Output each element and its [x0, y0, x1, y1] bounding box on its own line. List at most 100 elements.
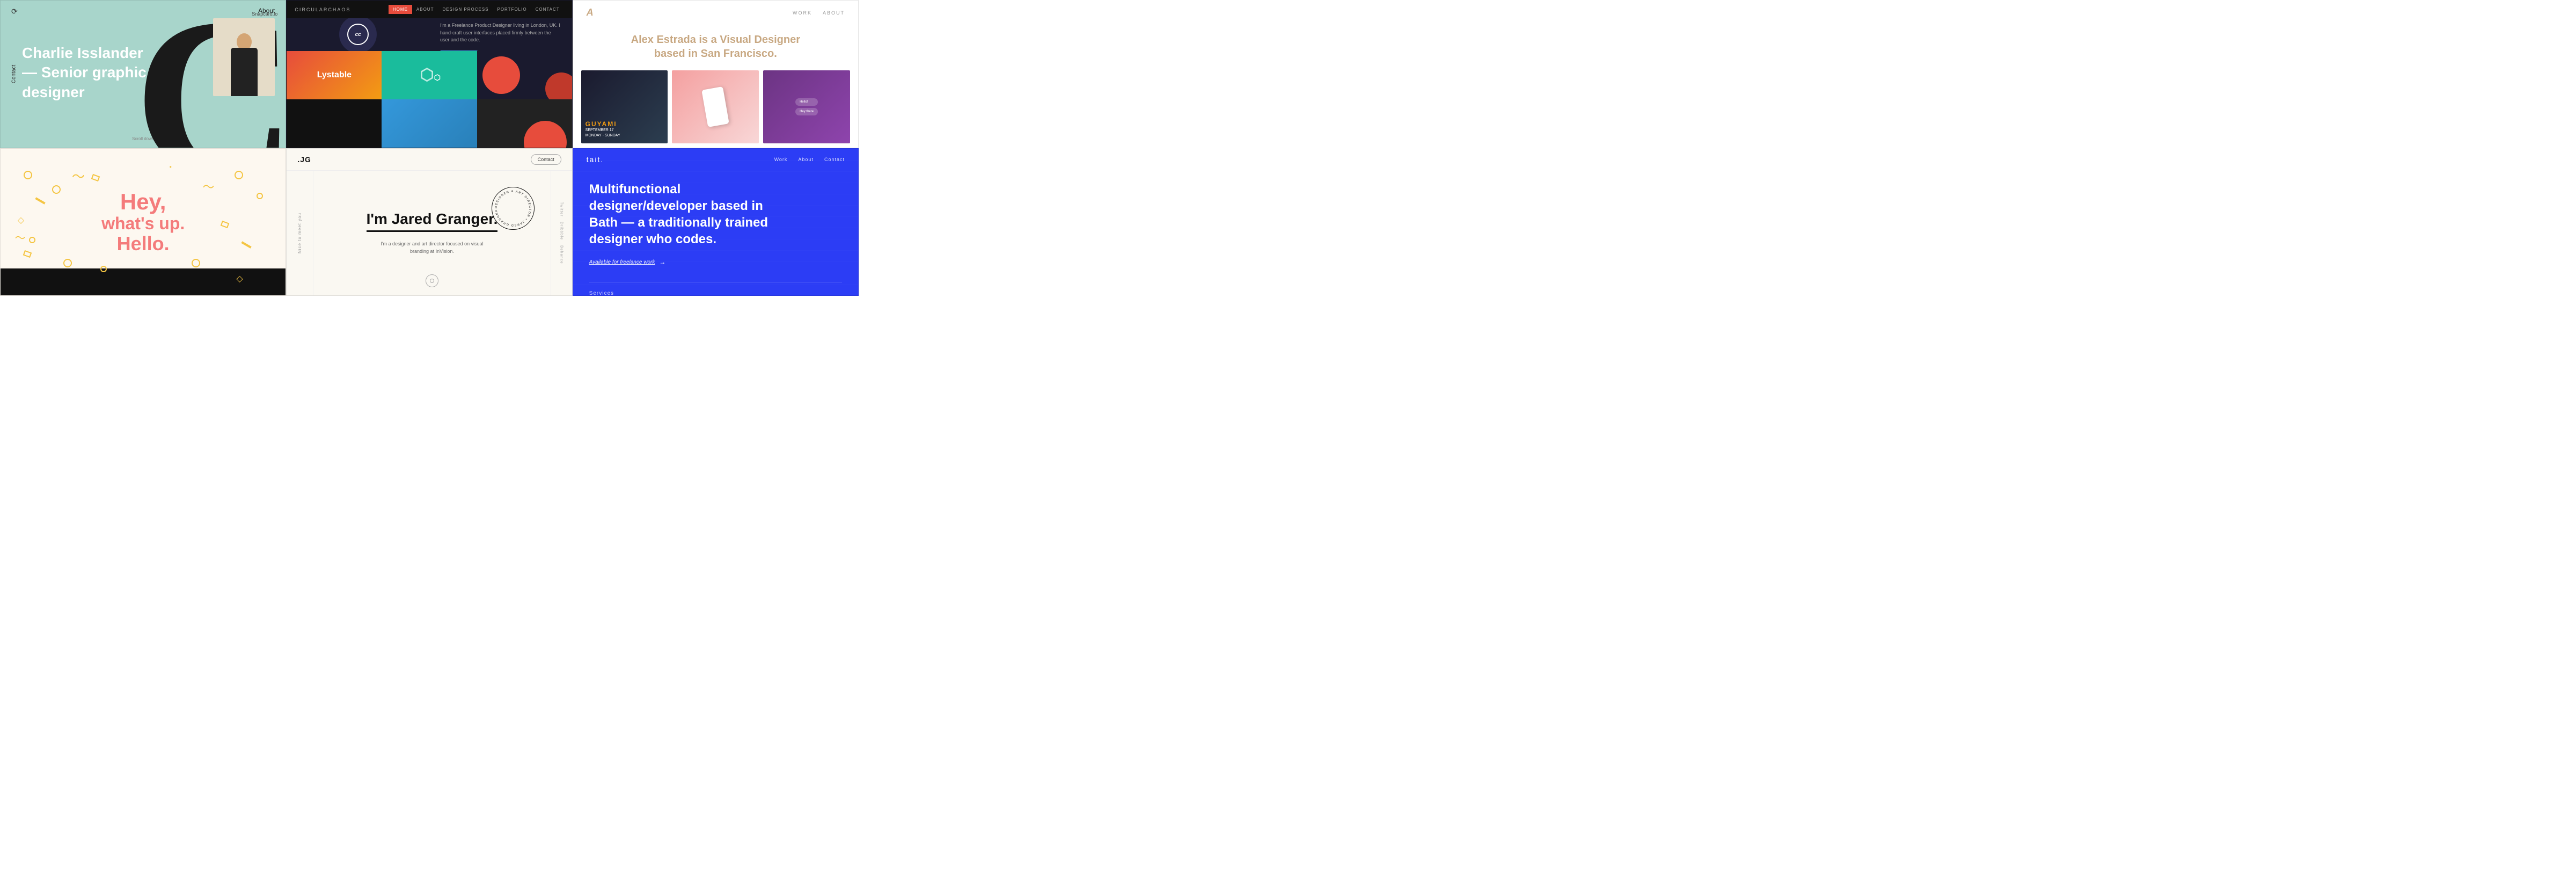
- cell-lystable: Lystable: [287, 51, 382, 99]
- cell-gradient-blue: [382, 99, 477, 148]
- alex-nav: A WORK ABOUT: [573, 1, 858, 25]
- snapcard-container: Snapcard.io: [213, 11, 277, 96]
- panel-tait: tait. Work About Contact Multifunctional…: [573, 148, 859, 296]
- charlie-text-block: Charlie Isslander — Senior graphic desig…: [22, 43, 147, 102]
- charlie-title: — Senior graphic: [22, 63, 147, 82]
- alex-portfolio-grid: GUYAMI SEPTEMBER 17 MONDAY - SUNDAY Hell…: [573, 66, 858, 148]
- tait-nav-links: Work About Contact: [774, 157, 845, 162]
- balraj-grid: Lystable ⬡: [287, 51, 572, 148]
- doodle-rect-r1: [221, 221, 230, 228]
- alex-nav-work[interactable]: WORK: [793, 10, 812, 16]
- balraj-right: Hey, I'm Balraj. I'm a Freelance Product…: [429, 18, 572, 51]
- doodle-rect-1: [91, 174, 100, 181]
- snapcard-person: [223, 26, 266, 96]
- nav-design[interactable]: DESIGN PROCESS: [438, 5, 493, 14]
- alex-headline-1: Alex Estrada is a Visual Designer: [595, 33, 837, 47]
- alex-nav-links: WORK ABOUT: [793, 10, 845, 16]
- person-body: [231, 48, 258, 96]
- balraj-logo-inner: [347, 24, 369, 45]
- nav-portfolio[interactable]: PORTFOLIO: [493, 5, 531, 14]
- alex-event-date: SEPTEMBER 17: [586, 128, 664, 134]
- tait-nav-contact[interactable]: Contact: [824, 157, 845, 162]
- panel-jared: .JG Contact Nice to meet you I'm Jared G…: [286, 148, 572, 296]
- alex-logo-mark: A: [587, 7, 594, 18]
- charlie-subtitle: designer: [22, 83, 147, 102]
- doodle-circle-3: [29, 237, 35, 243]
- balraj-logo-circle: [339, 18, 377, 51]
- half-circle: [524, 121, 567, 148]
- cell-pink-blob: [477, 51, 572, 99]
- balraj-desc: I'm a Freelance Product Designer living …: [440, 22, 561, 44]
- doodle-line-1: [35, 197, 45, 204]
- balraj-brand: CIRCULARCHAOS: [295, 7, 389, 12]
- chat-mockup: Hello! Hey there: [791, 94, 822, 120]
- jared-dribbble-link[interactable]: Dribbble: [560, 222, 564, 240]
- jared-sidebar-text: Nice to meet you: [297, 213, 302, 253]
- alex-nav-about[interactable]: ABOUT: [823, 10, 845, 16]
- phone-mockup: [702, 86, 730, 127]
- chat-bubble-2: Hey there: [795, 108, 818, 115]
- jared-right-sidebar: Twitter Dribbble Behance: [551, 171, 572, 296]
- cell-hex: ⬡: [382, 51, 477, 99]
- doodle-circle-r3: [192, 259, 200, 267]
- panel-balraj: CIRCULARCHAOS HOME ABOUT DESIGN PROCESS …: [286, 0, 572, 148]
- tait-freelance-text[interactable]: Available for freelance work: [589, 259, 655, 265]
- doodle-diamond-2: ◇: [236, 273, 243, 284]
- nav-home[interactable]: HOME: [389, 5, 412, 14]
- doodle-circle-2: [52, 185, 61, 194]
- tait-arrow-icon: →: [659, 258, 665, 266]
- doodle-circle-4: [63, 259, 72, 267]
- charlie-name: Charlie Isslander: [22, 43, 147, 63]
- alex-portfolio-item-1[interactable]: GUYAMI SEPTEMBER 17 MONDAY - SUNDAY: [581, 70, 668, 143]
- hey-line3: Hello.: [101, 233, 185, 255]
- jared-main: I'm Jared Granger. I'm a designer and ar…: [313, 171, 550, 296]
- nav-about[interactable]: ABOUT: [412, 5, 438, 14]
- panel-hey: 〜 〜 〜 ◇ ◇ • Hey, what's up. Hello.: [0, 148, 286, 296]
- pink-circle: [482, 56, 520, 94]
- alex-headline-2: based in San Francisco.: [595, 47, 837, 61]
- alex-portfolio-item-3[interactable]: Hello! Hey there: [763, 70, 850, 143]
- charlie-about-link[interactable]: About: [258, 7, 275, 14]
- hey-line1: Hey,: [101, 190, 185, 214]
- jared-headline: I'm Jared Granger.: [367, 210, 498, 232]
- hey-line2: what's up.: [101, 214, 185, 233]
- charlie-contact[interactable]: Contact: [11, 65, 17, 83]
- tait-headline: Multifunctional designer/developer based…: [589, 181, 793, 248]
- jared-circle-bottom: [426, 274, 438, 287]
- balraj-nav: CIRCULARCHAOS HOME ABOUT DESIGN PROCESS …: [287, 1, 572, 18]
- doodle-dot-1: •: [170, 163, 172, 171]
- balraj-left: [287, 18, 429, 51]
- alex-hero-text: Alex Estrada is a Visual Designer based …: [573, 25, 858, 66]
- tait-services-label: Services: [589, 282, 842, 296]
- alex-city-label: GUYAMI: [586, 120, 664, 128]
- snapcard-image: [213, 18, 275, 96]
- jared-contact-button[interactable]: Contact: [531, 154, 561, 165]
- hex-icon: ⬡: [420, 66, 438, 84]
- balraj-hero: Hey, I'm Balraj. I'm a Freelance Product…: [287, 18, 572, 51]
- jared-body: Nice to meet you I'm Jared Granger. I'm …: [287, 171, 572, 296]
- pink-half: [545, 72, 572, 99]
- jared-logo: .JG: [297, 155, 311, 164]
- doodle-squiggle-1: 〜: [72, 166, 85, 185]
- chat-bubble-1: Hello!: [795, 98, 818, 106]
- doodle-rect-2: [23, 250, 32, 258]
- lystable-label: Lystable: [317, 70, 352, 80]
- doodle-diamond: ◇: [18, 215, 24, 226]
- tait-nav: tait. Work About Contact: [573, 149, 858, 170]
- jared-circle-inner: [430, 279, 434, 283]
- doodle-circle-r1: [235, 171, 243, 179]
- doodle-line-r1: [241, 242, 251, 249]
- alex-event-time: MONDAY - SUNDAY: [586, 133, 664, 139]
- tait-nav-about[interactable]: About: [798, 157, 814, 162]
- jared-twitter-link[interactable]: Twitter: [560, 202, 564, 217]
- balraj-nav-items: HOME ABOUT DESIGN PROCESS PORTFOLIO CONT…: [389, 5, 564, 14]
- jared-behance-link[interactable]: Behance: [560, 245, 564, 264]
- nav-contact[interactable]: CONTACT: [531, 5, 564, 14]
- tait-nav-work[interactable]: Work: [774, 157, 788, 162]
- hey-text-block: Hey, what's up. Hello.: [101, 190, 185, 255]
- doodle-squiggle-r1: 〜: [202, 178, 214, 195]
- panel-charlie: ⟳ Contact Charlie Isslander — Senior gra…: [0, 0, 286, 148]
- jared-left-sidebar: Nice to meet you: [287, 171, 313, 296]
- cell-dark: [287, 99, 382, 148]
- alex-portfolio-item-2[interactable]: [672, 70, 759, 143]
